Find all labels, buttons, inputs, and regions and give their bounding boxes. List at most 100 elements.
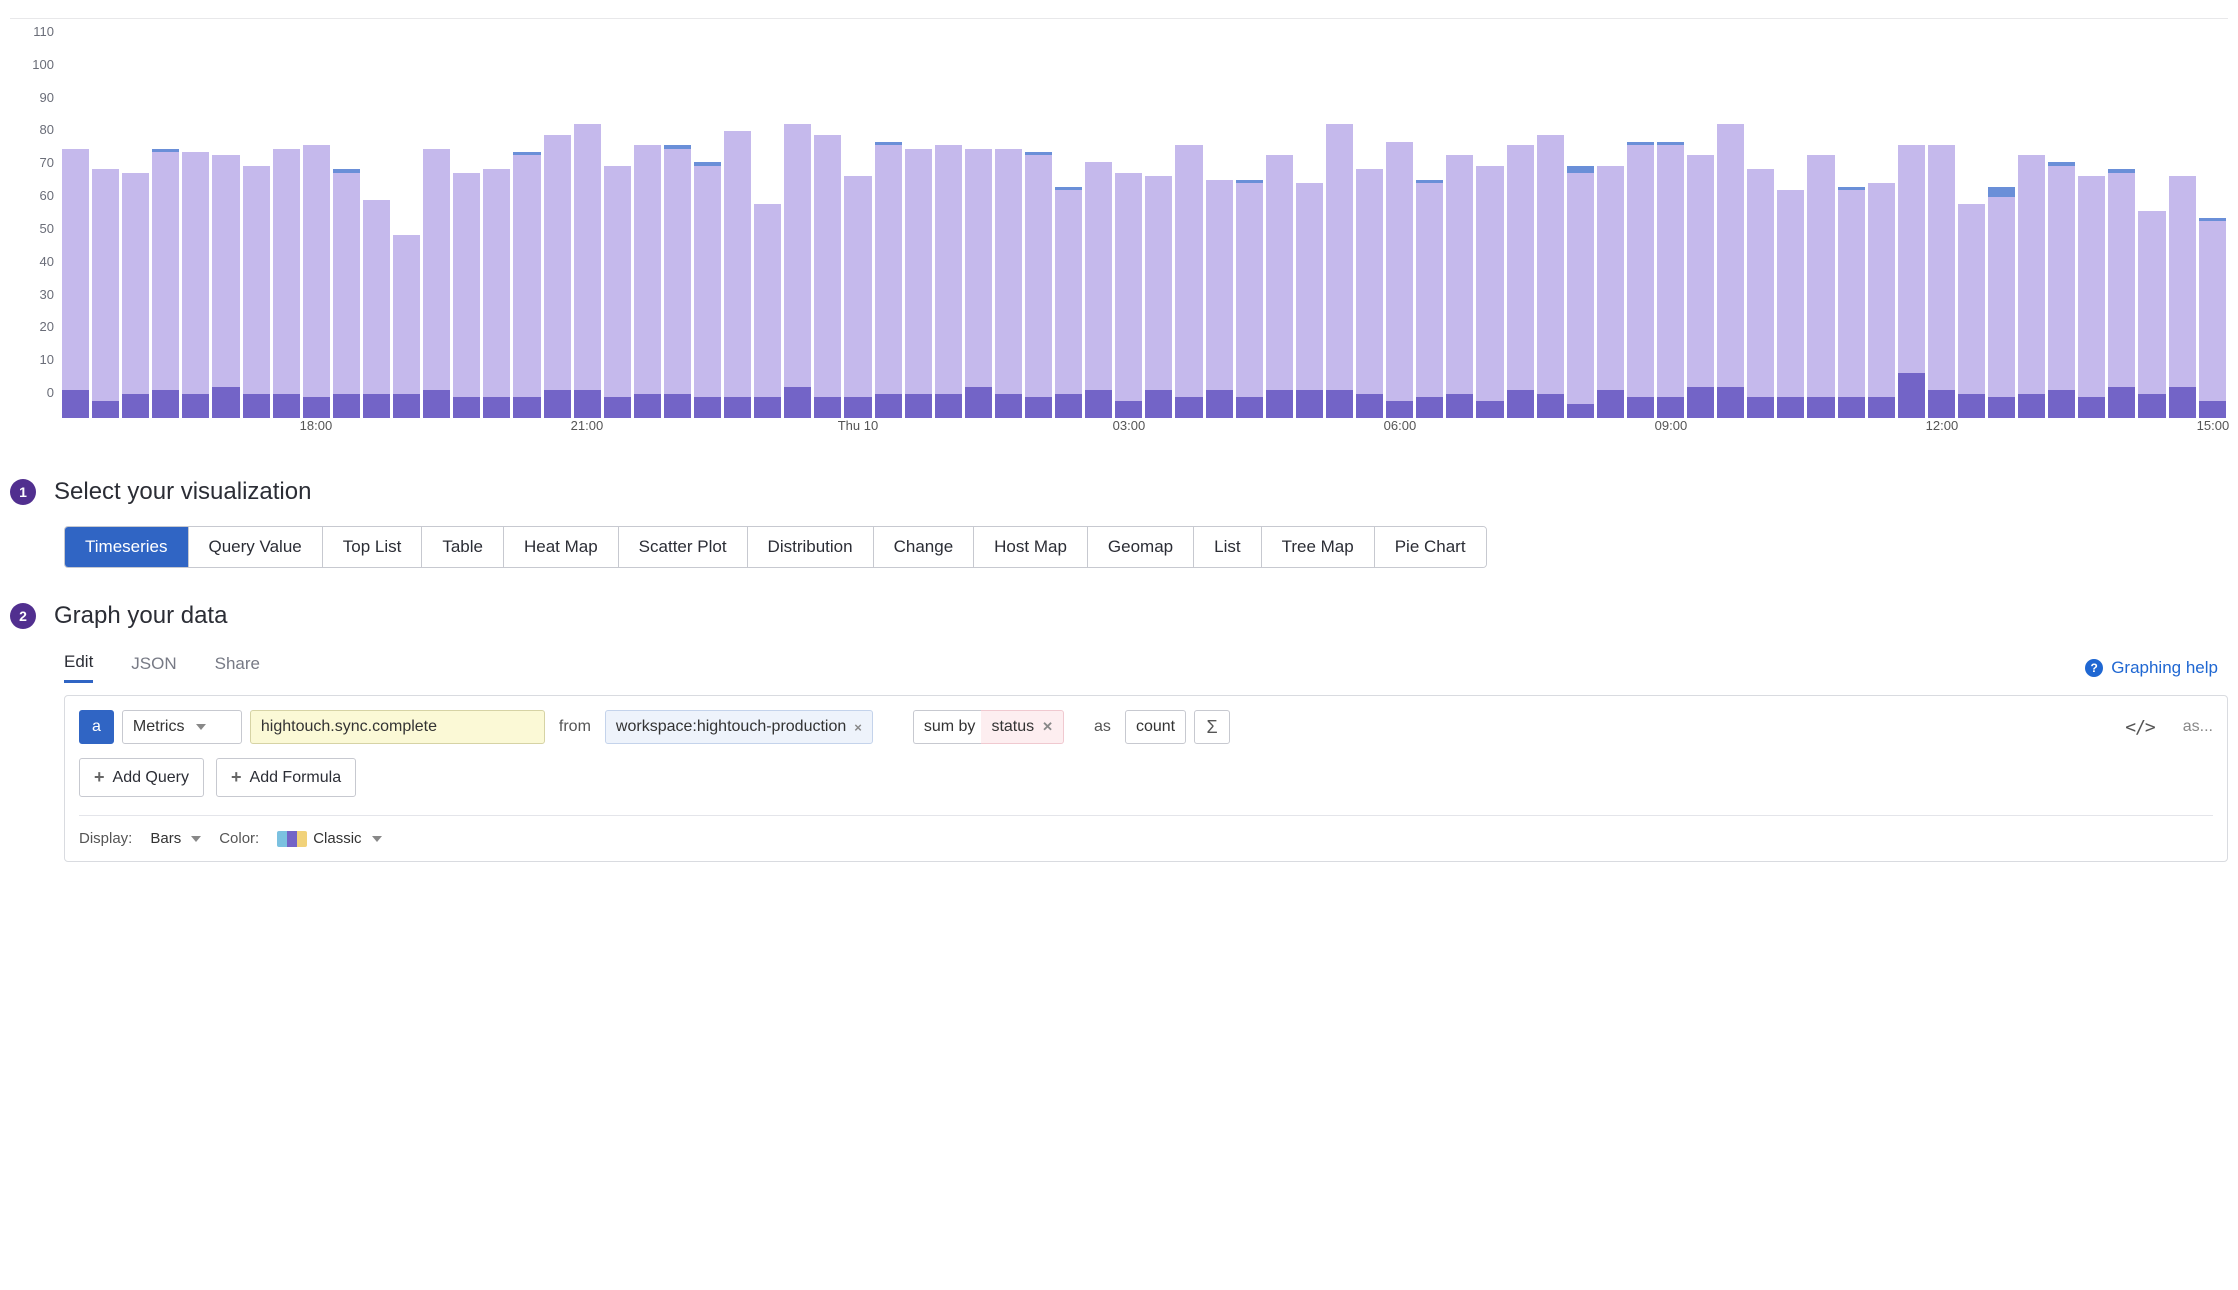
bar-column[interactable] xyxy=(1597,166,1624,418)
bar-column[interactable] xyxy=(92,169,119,418)
viz-option-query-value[interactable]: Query Value xyxy=(189,527,323,567)
bar-column[interactable] xyxy=(273,149,300,418)
viz-option-tree-map[interactable]: Tree Map xyxy=(1262,527,1375,567)
bar-column[interactable] xyxy=(483,169,510,418)
scope-filter[interactable]: workspace:hightouch-production × xyxy=(605,710,873,744)
bar-column[interactable] xyxy=(1507,145,1534,418)
bar-column[interactable] xyxy=(965,149,992,418)
bar-column[interactable] xyxy=(1747,169,1774,418)
add-formula-button[interactable]: + Add Formula xyxy=(216,758,356,797)
bar-column[interactable] xyxy=(814,135,841,418)
bar-column[interactable] xyxy=(2169,176,2196,418)
viz-option-pie-chart[interactable]: Pie Chart xyxy=(1375,527,1486,567)
graphing-help-link[interactable]: ? Graphing help xyxy=(2085,658,2218,678)
bar-column[interactable] xyxy=(1115,173,1142,418)
sigma-button[interactable]: Σ xyxy=(1194,710,1230,744)
bar-column[interactable] xyxy=(1326,124,1353,418)
bar-column[interactable] xyxy=(1386,142,1413,418)
bar-column[interactable] xyxy=(212,155,239,418)
bar-column[interactable] xyxy=(1988,187,2015,418)
viz-option-heat-map[interactable]: Heat Map xyxy=(504,527,619,567)
bar-column[interactable] xyxy=(1055,187,1082,418)
remove-tag-icon[interactable]: ✕ xyxy=(1042,719,1053,735)
bar-column[interactable] xyxy=(604,166,631,418)
bar-column[interactable] xyxy=(1958,204,1985,418)
bar-column[interactable] xyxy=(724,131,751,418)
bar-column[interactable] xyxy=(1838,187,1865,418)
aggregate-function[interactable]: count xyxy=(1125,710,1186,744)
bar-column[interactable] xyxy=(2048,162,2075,418)
bar-column[interactable] xyxy=(1296,183,1323,418)
bar-column[interactable] xyxy=(905,149,932,418)
bar-column[interactable] xyxy=(1657,142,1684,418)
query-letter[interactable]: a xyxy=(79,710,114,744)
viz-option-list[interactable]: List xyxy=(1194,527,1261,567)
bar-column[interactable] xyxy=(303,145,330,418)
bar-column[interactable] xyxy=(844,176,871,418)
bar-column[interactable] xyxy=(122,173,149,418)
bar-column[interactable] xyxy=(1416,180,1443,418)
bar-column[interactable] xyxy=(1085,162,1112,418)
aggregate-tag[interactable]: status ✕ xyxy=(981,710,1064,744)
bar-column[interactable] xyxy=(1236,180,1263,418)
bar-column[interactable] xyxy=(1777,190,1804,418)
bar-column[interactable] xyxy=(363,200,390,418)
viz-option-scatter-plot[interactable]: Scatter Plot xyxy=(619,527,748,567)
bar-column[interactable] xyxy=(62,149,89,418)
bar-column[interactable] xyxy=(1898,145,1925,418)
bar-column[interactable] xyxy=(2199,218,2226,418)
bar-column[interactable] xyxy=(664,145,691,418)
metric-name-input[interactable]: hightouch.sync.complete xyxy=(250,710,545,744)
bar-column[interactable] xyxy=(1717,124,1744,418)
viz-option-distribution[interactable]: Distribution xyxy=(748,527,874,567)
bar-column[interactable] xyxy=(1175,145,1202,418)
display-type-select[interactable]: Bars xyxy=(150,830,201,847)
bar-column[interactable] xyxy=(2138,211,2165,418)
bar-column[interactable] xyxy=(513,152,540,418)
bar-column[interactable] xyxy=(1206,180,1233,418)
tab-share[interactable]: Share xyxy=(215,654,260,682)
bar-column[interactable] xyxy=(1537,135,1564,418)
bar-column[interactable] xyxy=(393,235,420,418)
tab-edit[interactable]: Edit xyxy=(64,652,93,683)
bar-column[interactable] xyxy=(544,135,571,418)
bar-column[interactable] xyxy=(634,145,661,418)
bar-column[interactable] xyxy=(1476,166,1503,418)
color-palette-select[interactable]: Classic xyxy=(277,830,381,847)
bar-column[interactable] xyxy=(333,169,360,418)
viz-option-geomap[interactable]: Geomap xyxy=(1088,527,1194,567)
code-view-icon[interactable]: </> xyxy=(2125,717,2155,738)
bar-column[interactable] xyxy=(2078,176,2105,418)
bar-column[interactable] xyxy=(453,173,480,418)
bar-column[interactable] xyxy=(182,152,209,418)
bar-column[interactable] xyxy=(1025,152,1052,418)
bar-column[interactable] xyxy=(935,145,962,418)
bar-column[interactable] xyxy=(1627,142,1654,418)
bar-column[interactable] xyxy=(694,162,721,418)
chart-plot-area[interactable] xyxy=(60,24,2228,418)
aggregate-label[interactable]: sum by xyxy=(913,710,982,744)
alias-input[interactable]: as... xyxy=(2183,718,2213,736)
bar-column[interactable] xyxy=(152,149,179,418)
bar-column[interactable] xyxy=(1868,183,1895,418)
bar-column[interactable] xyxy=(1356,169,1383,418)
bar-column[interactable] xyxy=(1446,155,1473,418)
add-query-button[interactable]: + Add Query xyxy=(79,758,204,797)
remove-scope-icon[interactable]: × xyxy=(854,720,862,735)
bar-column[interactable] xyxy=(995,149,1022,418)
bar-column[interactable] xyxy=(1266,155,1293,418)
tab-json[interactable]: JSON xyxy=(131,654,176,682)
viz-option-host-map[interactable]: Host Map xyxy=(974,527,1088,567)
bar-column[interactable] xyxy=(754,204,781,418)
bar-column[interactable] xyxy=(784,124,811,418)
bar-column[interactable] xyxy=(1567,166,1594,418)
bar-column[interactable] xyxy=(2108,169,2135,418)
bar-column[interactable] xyxy=(574,124,601,418)
bar-column[interactable] xyxy=(2018,155,2045,418)
bar-column[interactable] xyxy=(423,149,450,418)
viz-option-table[interactable]: Table xyxy=(422,527,504,567)
bar-column[interactable] xyxy=(243,166,270,418)
bar-column[interactable] xyxy=(1807,155,1834,418)
viz-option-timeseries[interactable]: Timeseries xyxy=(65,527,189,567)
viz-option-change[interactable]: Change xyxy=(874,527,975,567)
